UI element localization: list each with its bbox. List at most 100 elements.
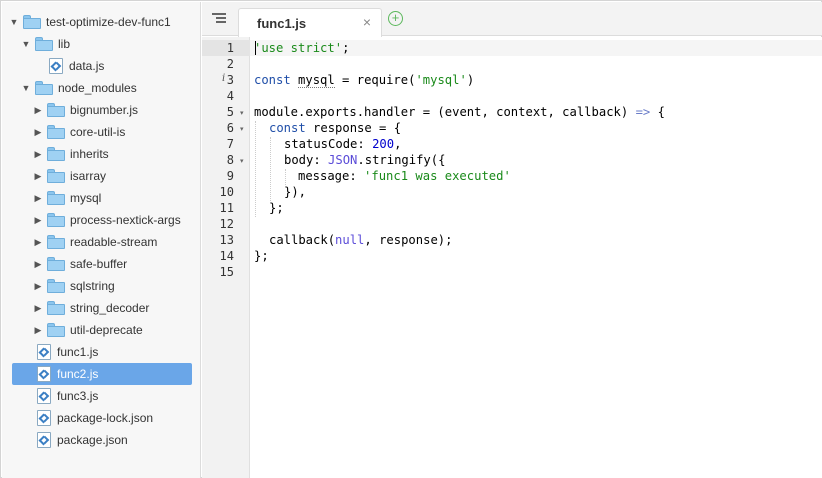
code-editor[interactable]: 1 2 3 4 5 6 7 8 9 10 11 12 13 14 15 i ▾ ▾ ▾ 'use stric… <box>202 37 822 478</box>
folder-icon <box>35 37 53 51</box>
chevron-right-icon[interactable]: ▶ <box>32 231 44 253</box>
folder-icon <box>47 301 65 315</box>
line-number: 5 <box>226 105 234 119</box>
tree-item-label: mysql <box>70 191 102 205</box>
code-line-6: const response = { <box>269 121 402 135</box>
tree-file[interactable]: data.js <box>2 55 200 77</box>
chevron-right-icon[interactable]: ▶ <box>32 121 44 143</box>
chevron-right-icon[interactable]: ▶ <box>32 297 44 319</box>
chevron-down-icon[interactable]: ▼ <box>20 77 32 99</box>
code-file-icon <box>37 410 51 426</box>
tree-file[interactable]: func2.js <box>12 363 192 385</box>
line-number: 15 <box>219 265 234 279</box>
folder-icon <box>47 191 65 205</box>
code-file-icon <box>37 366 51 382</box>
list-icon[interactable] <box>212 12 226 24</box>
close-icon[interactable]: × <box>363 14 371 30</box>
folder-icon <box>47 103 65 117</box>
code-line-1: 'use strict'; <box>254 41 350 55</box>
code-line-13: callback(null, response); <box>269 233 453 247</box>
tree-item-label: package.json <box>57 433 128 447</box>
code-line-5: module.exports.handler = (event, context… <box>254 105 665 119</box>
indent-guide <box>285 169 286 185</box>
folder-icon <box>23 15 41 29</box>
line-number: 6 <box>226 121 234 135</box>
tree-item-label: func3.js <box>57 389 99 403</box>
tree-file[interactable]: package.json <box>2 429 200 451</box>
chevron-right-icon[interactable]: ▶ <box>32 165 44 187</box>
code-file-icon <box>37 388 51 404</box>
chevron-right-icon[interactable]: ▶ <box>32 99 44 121</box>
tree-folder[interactable]: ▶ readable-stream <box>2 231 200 253</box>
code-line-9: message: 'func1 was executed' <box>298 169 511 183</box>
tree-item-label: core-util-is <box>70 125 126 139</box>
line-number: 2 <box>226 57 234 71</box>
fold-arrow-icon[interactable]: ▾ <box>240 125 244 133</box>
code-file-icon <box>37 432 51 448</box>
ide-window: ▼ test-optimize-dev-func1 ▼ lib data.js ▼ node… <box>0 0 822 478</box>
line-number: 13 <box>219 233 234 247</box>
tree-item-label: safe-buffer <box>70 257 128 271</box>
indent-guide <box>255 121 256 217</box>
tree-file[interactable]: func3.js <box>2 385 200 407</box>
folder-icon <box>47 279 65 293</box>
tree-folder[interactable]: ▼ lib <box>2 33 200 55</box>
code-file-icon <box>37 344 51 360</box>
folder-icon <box>47 323 65 337</box>
tree-item-label: sqlstring <box>70 279 115 293</box>
plus-circle-icon[interactable]: + <box>388 11 403 26</box>
folder-icon <box>47 125 65 139</box>
code-file-icon <box>49 58 63 74</box>
tree-folder[interactable]: ▶ string_decoder <box>2 297 200 319</box>
line-number: 1 <box>226 41 234 55</box>
tree-folder[interactable]: ▶ safe-buffer <box>2 253 200 275</box>
chevron-right-icon[interactable]: ▶ <box>32 253 44 275</box>
tree-folder[interactable]: ▶ process-nextick-args <box>2 209 200 231</box>
tree-file[interactable]: func1.js <box>2 341 200 363</box>
tree-folder[interactable]: ▶ sqlstring <box>2 275 200 297</box>
tree-folder[interactable]: ▼ node_modules <box>2 77 200 99</box>
tab-func1-js[interactable]: func1.js × <box>238 8 382 37</box>
folder-icon <box>47 147 65 161</box>
chevron-right-icon[interactable]: ▶ <box>32 319 44 341</box>
indent-guide <box>270 137 271 201</box>
line-number: 12 <box>219 217 234 231</box>
file-tree-sidebar: ▼ test-optimize-dev-func1 ▼ lib data.js ▼ node… <box>2 2 201 478</box>
chevron-right-icon[interactable]: ▶ <box>32 143 44 165</box>
tree-item-label: inherits <box>70 147 109 161</box>
line-number: 7 <box>226 137 234 151</box>
info-icon[interactable]: i <box>222 73 225 84</box>
chevron-right-icon[interactable]: ▶ <box>32 209 44 231</box>
tree-item-label: node_modules <box>58 81 137 95</box>
folder-icon <box>47 213 65 227</box>
tree-folder[interactable]: ▶ core-util-is <box>2 121 200 143</box>
code-line-14: }; <box>254 249 269 263</box>
tree-folder[interactable]: ▼ test-optimize-dev-func1 <box>2 11 200 33</box>
chevron-right-icon[interactable]: ▶ <box>32 275 44 297</box>
tab-title: func1.js <box>257 16 307 31</box>
tree-item-label: func1.js <box>57 345 99 359</box>
tree-folder[interactable]: ▶ bignumber.js <box>2 99 200 121</box>
tree-item-label: readable-stream <box>70 235 158 249</box>
code-line-11: }; <box>269 201 284 215</box>
chevron-down-icon[interactable]: ▼ <box>8 11 20 33</box>
code-line-8: body: JSON.stringify({ <box>284 153 446 167</box>
line-number: 3 <box>226 73 234 87</box>
chevron-right-icon[interactable]: ▶ <box>32 187 44 209</box>
tree-folder[interactable]: ▶ inherits <box>2 143 200 165</box>
tree-item-label: data.js <box>69 59 105 73</box>
fold-arrow-icon[interactable]: ▾ <box>240 157 244 165</box>
tree-file[interactable]: package-lock.json <box>2 407 200 429</box>
tree-folder[interactable]: ▶ isarray <box>2 165 200 187</box>
tree-folder[interactable]: ▶ util-deprecate <box>2 319 200 341</box>
editor-tab-bar: func1.js × + <box>202 2 822 37</box>
code-line-10: }), <box>284 185 307 199</box>
folder-icon <box>35 81 53 95</box>
tree-item-label: package-lock.json <box>57 411 154 425</box>
tree-folder[interactable]: ▶ mysql <box>2 187 200 209</box>
chevron-down-icon[interactable]: ▼ <box>20 33 32 55</box>
tree-item-label: bignumber.js <box>70 103 139 117</box>
fold-arrow-icon[interactable]: ▾ <box>240 109 244 117</box>
line-number: 11 <box>219 201 234 215</box>
line-number: 4 <box>226 89 234 103</box>
